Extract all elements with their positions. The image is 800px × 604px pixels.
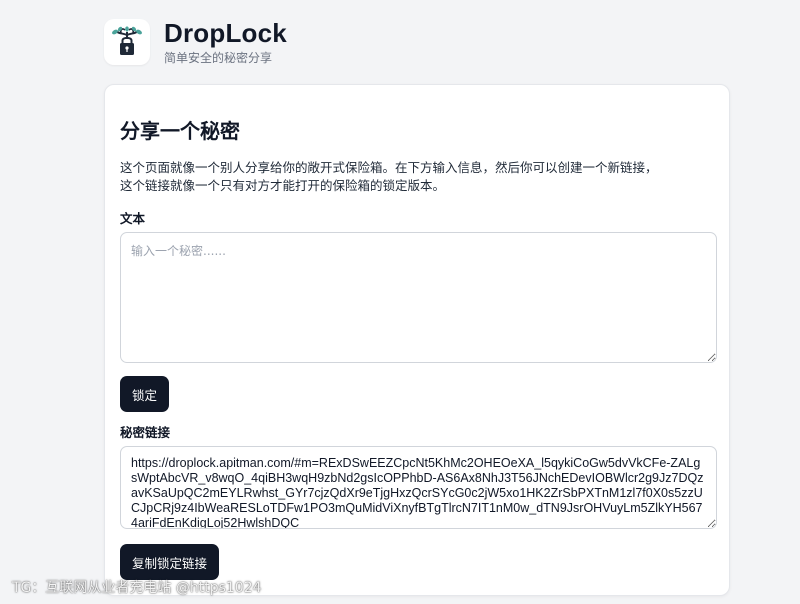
card-description: 这个页面就像一个别人分享给你的敞开式保险箱。在下方输入信息，然后你可以创建一个新…: [120, 159, 720, 195]
secret-link-output[interactable]: [120, 446, 717, 529]
secret-text-label: 文本: [120, 211, 146, 226]
app-title: DropLock: [164, 18, 287, 48]
card-title: 分享一个秘密: [120, 119, 240, 143]
card-description-line-1: 这个页面就像一个别人分享给你的敞开式保险箱。在下方输入信息，然后你可以创建一个新…: [120, 160, 658, 175]
copy-locked-link-button[interactable]: 复制锁定链接: [120, 544, 220, 580]
secret-link-label: 秘密链接: [120, 425, 171, 440]
brand-text: DropLock 简单安全的秘密分享: [164, 18, 287, 66]
app-header: DropLock 简单安全的秘密分享: [104, 18, 287, 66]
app-logo: [104, 19, 150, 65]
share-secret-card: 分享一个秘密 这个页面就像一个别人分享给你的敞开式保险箱。在下方输入信息，然后你…: [104, 84, 730, 596]
watermark-text: TG：互联网从业者充电站 @https1024: [12, 580, 262, 596]
lock-button[interactable]: 锁定: [120, 376, 170, 412]
tree-padlock-icon: [112, 26, 142, 55]
app-subtitle: 简单安全的秘密分享: [164, 51, 273, 65]
secret-text-input[interactable]: [120, 232, 717, 363]
card-description-line-2: 这个链接就像一个只有对方才能打开的保险箱的锁定版本。: [120, 178, 446, 193]
